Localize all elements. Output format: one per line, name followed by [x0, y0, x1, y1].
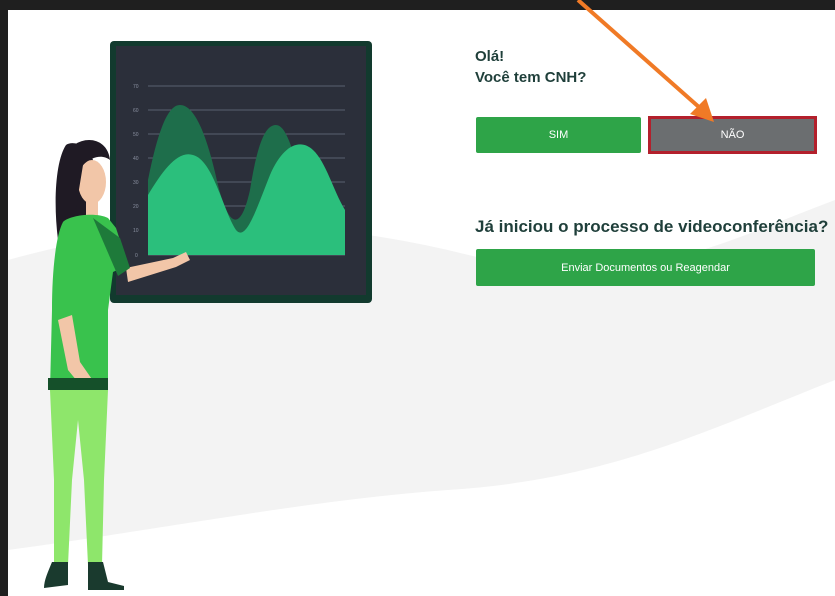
- axis-label: 10: [133, 228, 139, 234]
- greeting: Olá! Você tem CNH?: [475, 46, 586, 88]
- axis-label: 0: [135, 253, 138, 259]
- axis-label: 40: [133, 156, 139, 162]
- greeting-hello: Olá!: [475, 48, 505, 65]
- no-button[interactable]: NÃO: [648, 116, 817, 154]
- presenter-illustration: 70 60 50 40 30 20 10 0: [44, 41, 372, 590]
- axis-label: 60: [133, 108, 139, 114]
- send-documents-button[interactable]: Enviar Documentos ou Reagendar: [476, 249, 815, 286]
- axis-label: 20: [133, 204, 139, 210]
- axis-label: 70: [133, 84, 139, 90]
- axis-label: 50: [133, 132, 139, 138]
- page-content: 70 60 50 40 30 20 10 0 Olá! Você tem CNH…: [8, 10, 835, 596]
- videoconference-question: Já iniciou o processo de videoconferênci…: [475, 217, 829, 236]
- yes-button[interactable]: SIM: [476, 117, 641, 153]
- axis-label: 30: [133, 180, 139, 186]
- greeting-question: Você tem CNH?: [475, 69, 587, 86]
